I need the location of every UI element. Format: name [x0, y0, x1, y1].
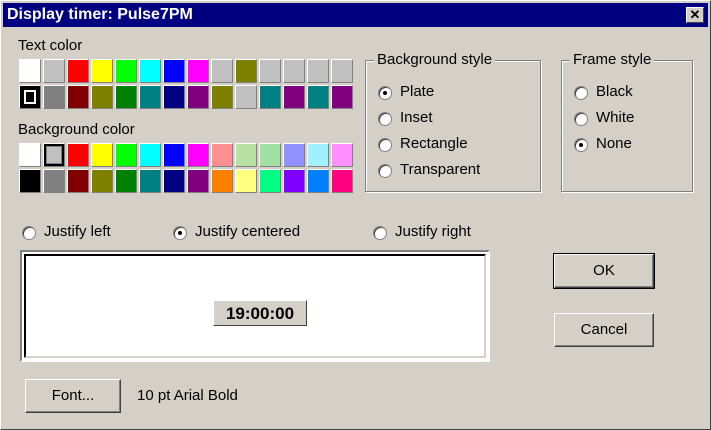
text-color-swatch[interactable] [19, 59, 41, 83]
background-color-swatch[interactable] [259, 143, 281, 167]
background-color-palette [19, 143, 353, 193]
background-color-swatch[interactable] [43, 143, 65, 167]
background-style-title: Background style [374, 51, 496, 68]
cancel-button[interactable]: Cancel [554, 313, 654, 347]
text-color-swatch[interactable] [331, 59, 353, 83]
text-color-swatch[interactable] [187, 59, 209, 83]
background-color-swatch[interactable] [331, 169, 353, 193]
background-color-swatch[interactable] [19, 169, 41, 193]
text-color-swatch[interactable] [331, 85, 353, 109]
preview-frame: 19:00:00 [24, 254, 486, 358]
font-description: 10 pt Arial Bold [137, 387, 238, 404]
background-color-swatch[interactable] [187, 143, 209, 167]
ok-button[interactable]: OK [553, 253, 655, 289]
text-color-swatch[interactable] [211, 85, 233, 109]
text-color-swatch[interactable] [115, 85, 137, 109]
radio-indicator [574, 112, 588, 126]
frame-style-group: Frame style Black White None [561, 51, 693, 192]
radio-label: White [596, 109, 635, 126]
background-color-swatch[interactable] [115, 169, 137, 193]
background-color-swatch[interactable] [259, 169, 281, 193]
background-color-swatch[interactable] [67, 143, 89, 167]
text-color-label: Text color [18, 37, 83, 54]
text-color-swatch[interactable] [283, 59, 305, 83]
text-color-palette [19, 59, 353, 109]
frame-style-title: Frame style [570, 51, 655, 68]
text-color-swatch[interactable] [211, 59, 233, 83]
radio-label: None [596, 135, 632, 152]
radio-indicator [373, 226, 387, 240]
title-bar: Display timer: Pulse7PM ✕ [3, 3, 708, 27]
background-color-swatch[interactable] [211, 143, 233, 167]
text-color-swatch[interactable] [43, 85, 65, 109]
background-color-swatch[interactable] [235, 143, 257, 167]
timer-preview: 19:00:00 [20, 250, 490, 362]
text-color-swatch[interactable] [139, 59, 161, 83]
font-button[interactable]: Font... [25, 379, 121, 413]
background-color-swatch[interactable] [163, 143, 185, 167]
background-color-swatch[interactable] [139, 169, 161, 193]
radio-indicator [173, 226, 187, 240]
background-color-swatch[interactable] [307, 143, 329, 167]
background-color-swatch[interactable] [115, 143, 137, 167]
radio-label: Justify right [395, 223, 471, 240]
text-color-swatch[interactable] [235, 85, 257, 109]
text-color-swatch[interactable] [163, 59, 185, 83]
timer-display: 19:00:00 [213, 300, 307, 326]
radio-indicator [22, 226, 36, 240]
background-color-swatch[interactable] [307, 169, 329, 193]
background-color-swatch[interactable] [139, 143, 161, 167]
background-color-swatch[interactable] [163, 169, 185, 193]
radio-label: Inset [400, 109, 433, 126]
window-title: Display timer: Pulse7PM [7, 6, 193, 23]
text-color-swatch[interactable] [283, 85, 305, 109]
text-color-swatch[interactable] [163, 85, 185, 109]
background-color-swatch[interactable] [187, 169, 209, 193]
text-color-swatch[interactable] [307, 59, 329, 83]
text-color-swatch[interactable] [43, 59, 65, 83]
dialog-window: Display timer: Pulse7PM ✕ Text color Bac… [0, 0, 711, 430]
text-color-swatch[interactable] [259, 85, 281, 109]
text-color-swatch[interactable] [235, 59, 257, 83]
radio-indicator [378, 164, 392, 178]
background-color-swatch[interactable] [91, 143, 113, 167]
background-color-swatch[interactable] [91, 169, 113, 193]
text-color-swatch[interactable] [259, 59, 281, 83]
radio-label: Justify left [44, 223, 111, 240]
text-color-swatch[interactable] [187, 85, 209, 109]
text-color-swatch[interactable] [139, 85, 161, 109]
radio-indicator [378, 112, 392, 126]
text-color-swatch[interactable] [91, 59, 113, 83]
background-color-swatch[interactable] [67, 169, 89, 193]
background-color-swatch[interactable] [43, 169, 65, 193]
text-color-swatch[interactable] [67, 85, 89, 109]
radio-indicator [574, 86, 588, 100]
radio-indicator [378, 86, 392, 100]
radio-label: Rectangle [400, 135, 468, 152]
radio-label: Plate [400, 83, 435, 100]
radio-label: Justify centered [195, 223, 301, 240]
background-color-swatch[interactable] [283, 169, 305, 193]
text-color-swatch[interactable] [115, 59, 137, 83]
close-icon[interactable]: ✕ [686, 7, 704, 23]
text-color-swatch[interactable] [91, 85, 113, 109]
text-color-swatch[interactable] [19, 85, 41, 109]
background-color-swatch[interactable] [19, 143, 41, 167]
background-color-swatch[interactable] [283, 143, 305, 167]
text-color-swatch[interactable] [67, 59, 89, 83]
background-color-swatch[interactable] [211, 169, 233, 193]
background-color-label: Background color [18, 121, 135, 138]
radio-label: Transparent [400, 161, 481, 178]
background-color-swatch[interactable] [235, 169, 257, 193]
background-style-group: Background style Plate Inset Rectangle T… [365, 51, 541, 192]
radio-indicator [574, 138, 588, 152]
background-color-swatch[interactable] [331, 143, 353, 167]
radio-label: Black [596, 83, 633, 100]
radio-indicator [378, 138, 392, 152]
text-color-swatch[interactable] [307, 85, 329, 109]
